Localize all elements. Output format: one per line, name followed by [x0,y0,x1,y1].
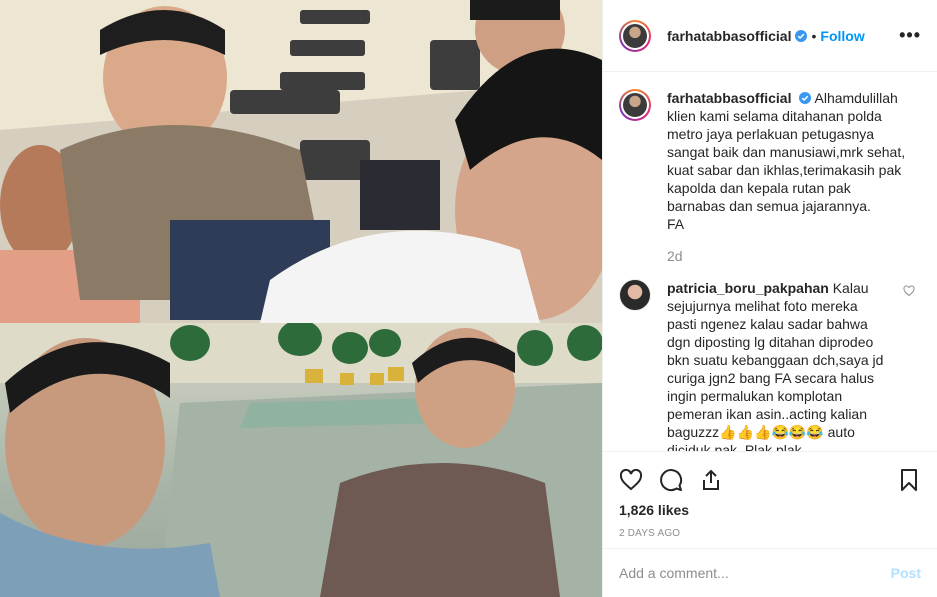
post-comment-button[interactable]: Post [891,565,921,581]
comments-list[interactable]: farhatabbasofficial Alhamdulillah klien … [603,73,937,451]
verified-badge-icon [799,92,812,104]
comment-item: patricia_boru_pakpahan Kalau sejujurnya … [619,279,921,451]
commenter-username[interactable]: patricia_boru_pakpahan [667,280,829,296]
post-date[interactable]: 2 DAYS AGO [619,528,921,539]
likes-count[interactable]: 1,826 likes [619,502,921,518]
header-separator: • [811,27,817,44]
caption-text: Alhamdulillah klien kami selama ditahana… [667,90,906,214]
comment-body: patricia_boru_pakpahan Kalau sejujurnya … [667,279,891,451]
share-icon[interactable] [699,468,723,492]
add-comment-bar: Post [603,548,937,597]
follow-button[interactable]: Follow [820,28,864,44]
post-caption: farhatabbasofficial Alhamdulillah klien … [619,89,921,265]
post-actions: 1,826 likes 2 DAYS AGO [603,451,937,546]
author-username[interactable]: farhatabbasofficial [667,28,791,44]
verified-badge-icon [795,29,808,42]
action-icons [619,460,921,500]
comment-input[interactable] [619,565,891,581]
author-avatar[interactable] [619,19,651,52]
heart-icon[interactable] [619,468,643,492]
comment-text: Kalau sejujurnya melihat foto mereka pas… [667,280,884,451]
caption-username[interactable]: farhatabbasofficial [667,90,791,106]
commenter-avatar[interactable] [619,279,651,311]
caption-body: farhatabbasofficial Alhamdulillah klien … [667,89,907,265]
post-header: farhatabbasofficial • Follow ••• [603,0,937,72]
bookmark-icon[interactable] [897,468,921,492]
caption-timestamp[interactable]: 2d [667,247,907,265]
comment-like-icon[interactable] [903,285,915,297]
waiting-room-scene [0,0,602,323]
post-photo[interactable] [0,0,602,597]
post-details-panel: farhatabbasofficial • Follow ••• farhata… [602,0,937,597]
caption-avatar[interactable] [619,89,651,121]
photo-bottom-half [0,323,602,597]
more-options-icon[interactable]: ••• [899,25,921,46]
caption-signature: FA [667,216,685,232]
courtyard-scene [0,323,602,597]
comment-icon[interactable] [659,468,683,492]
photo-top-half [0,0,602,323]
